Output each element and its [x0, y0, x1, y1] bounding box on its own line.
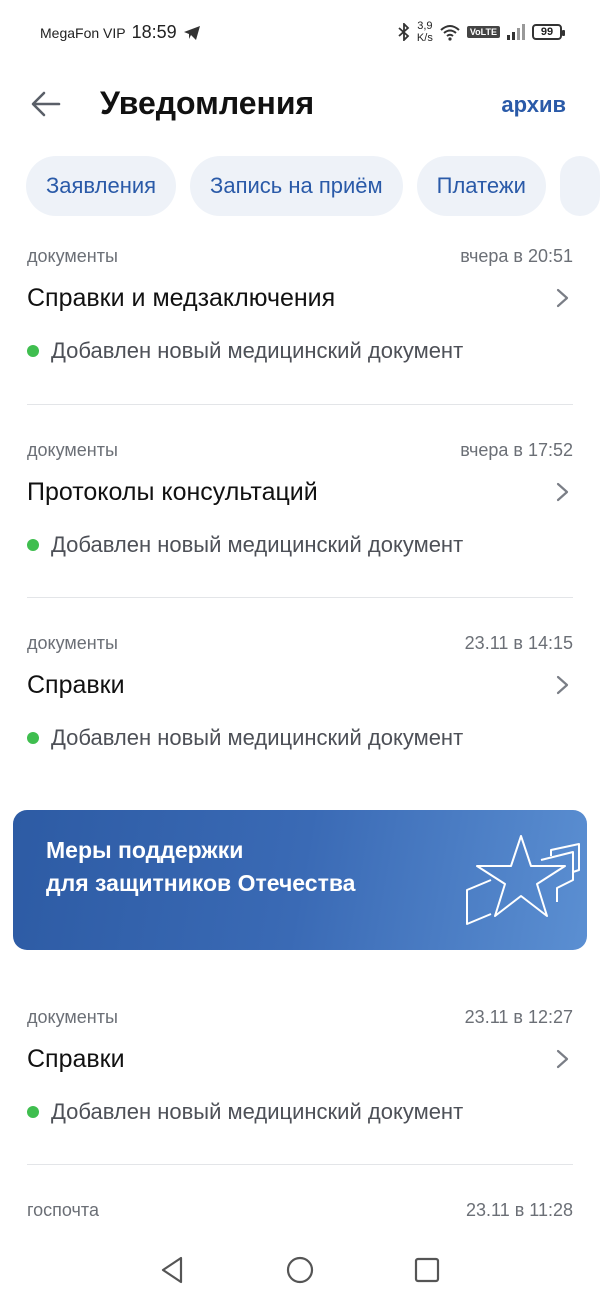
notification-time: 23.11 в 14:15	[464, 633, 573, 653]
header: Уведомления архив	[0, 72, 600, 136]
notification-status: Добавлен новый медицинский документ	[27, 532, 463, 558]
telegram-icon	[183, 25, 200, 40]
back-button[interactable]	[28, 86, 64, 122]
notification-time: вчера в 17:52	[460, 440, 573, 460]
clock: 18:59	[131, 22, 177, 42]
notification-category: госпочта	[27, 1200, 99, 1220]
filter-chips: Заявления Запись на приём Платежи	[26, 156, 600, 216]
triangle-back-icon	[161, 1256, 183, 1284]
notification-title: Справки	[27, 671, 125, 699]
notification-category: документы	[27, 246, 118, 266]
notification-item[interactable]: госпочта 23.11 в 11:28	[27, 1200, 573, 1240]
arrow-left-icon	[31, 91, 61, 117]
network-speed-value: 3,9	[417, 20, 433, 32]
battery-level: 99	[540, 26, 554, 38]
notification-title: Протоколы консультаций	[27, 478, 318, 506]
circle-home-icon	[286, 1256, 314, 1284]
notification-status-text: Добавлен новый медицинский документ	[51, 338, 464, 363]
network-speed: 3,9 K/s	[417, 20, 433, 44]
chevron-right-icon	[556, 288, 569, 308]
status-dot-icon	[27, 345, 39, 357]
notification-title: Справки и медзаключения	[27, 284, 336, 312]
star-flag-icon	[466, 835, 580, 925]
banner-title-line2: для защитников Отечества	[46, 870, 356, 896]
notification-category: документы	[27, 633, 118, 653]
notification-time: 23.11 в 11:28	[466, 1200, 573, 1220]
notification-status-text: Добавлен новый медицинский документ	[51, 532, 464, 557]
status-dot-icon	[27, 1106, 39, 1118]
notification-title: Справки	[27, 1045, 125, 1073]
carrier-name: MegaFon VIP	[40, 24, 126, 41]
divider	[27, 1164, 573, 1165]
banner-title: Меры поддержки для защитников Отечества	[46, 834, 426, 900]
notification-status: Добавлен новый медицинский документ	[27, 725, 463, 751]
notification-time: вчера в 20:51	[460, 246, 573, 266]
nav-home-button[interactable]	[280, 1252, 320, 1288]
status-bar: MegaFon VIP 18:59 3,9 K/s VoLTE 99	[0, 0, 600, 68]
notification-status: Добавлен новый медицинский документ	[27, 1099, 463, 1125]
chip-appointments[interactable]: Запись на приём	[190, 156, 403, 216]
battery-icon: 99	[532, 24, 565, 40]
chip-more[interactable]	[559, 156, 600, 216]
network-speed-unit: K/s	[416, 32, 433, 44]
notification-category: документы	[27, 1007, 118, 1027]
chevron-right-icon	[556, 482, 569, 502]
status-dot-icon	[27, 732, 39, 744]
nav-back-button[interactable]	[152, 1252, 192, 1288]
banner-title-line1: Меры поддержки	[46, 837, 244, 863]
notification-item[interactable]: документы 23.11 в 14:15 Справки Добавлен…	[27, 633, 573, 773]
chevron-right-icon	[556, 675, 569, 695]
page-title: Уведомления	[100, 85, 315, 121]
archive-link[interactable]: архив	[501, 92, 566, 118]
wifi-icon	[440, 25, 460, 41]
divider	[27, 404, 573, 405]
notification-status-text: Добавлен новый медицинский документ	[51, 1099, 464, 1124]
nav-recents-button[interactable]	[407, 1252, 447, 1288]
status-dot-icon	[27, 539, 39, 551]
chip-payments[interactable]: Платежи	[416, 156, 546, 216]
notification-time: 23.11 в 12:27	[464, 1007, 573, 1027]
notification-item[interactable]: документы 23.11 в 12:27 Справки Добавлен…	[27, 1007, 573, 1147]
signal-icon	[507, 24, 525, 40]
notification-status-text: Добавлен новый медицинский документ	[51, 725, 464, 750]
chevron-right-icon	[556, 1049, 569, 1069]
support-measures-banner[interactable]: Меры поддержки для защитников Отечества	[13, 810, 587, 950]
volte-badge: VoLTE	[466, 26, 500, 38]
square-recents-icon	[414, 1257, 440, 1283]
notification-item[interactable]: документы вчера в 17:52 Протоколы консул…	[27, 440, 573, 580]
notification-status: Добавлен новый медицинский документ	[27, 338, 463, 364]
system-nav-bar	[0, 1240, 600, 1299]
chip-applications[interactable]: Заявления	[26, 156, 177, 216]
bluetooth-icon	[398, 23, 410, 41]
notification-item[interactable]: документы вчера в 20:51 Справки и медзак…	[27, 246, 573, 386]
divider	[27, 597, 573, 598]
notification-category: документы	[27, 440, 118, 460]
